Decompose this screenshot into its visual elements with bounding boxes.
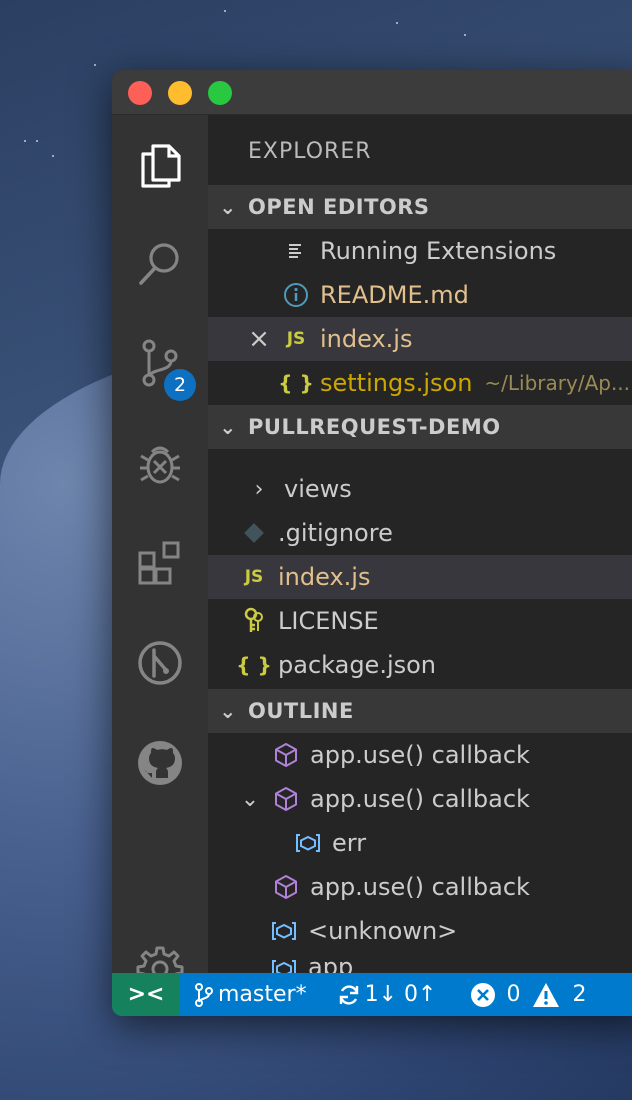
git-icon (238, 517, 270, 549)
activity-explorer[interactable] (112, 117, 208, 213)
problems-status[interactable]: 0 2 (470, 982, 586, 1008)
title-bar (112, 70, 632, 115)
method-icon (270, 739, 302, 771)
explorer-title: EXPLORER (248, 139, 372, 164)
outline-item[interactable]: app.use() callback (208, 733, 632, 777)
close-icon[interactable]: × (248, 324, 270, 354)
star (36, 140, 38, 142)
branch-status[interactable]: master* (194, 982, 307, 1007)
open-editor-label: settings.json (320, 369, 473, 397)
outline-item[interactable]: app (208, 953, 632, 973)
branch-icon (195, 982, 213, 1007)
tree-item[interactable]: › views (208, 467, 632, 511)
section-title: PULLREQUEST-DEMO (248, 415, 501, 439)
star (396, 22, 398, 24)
tree-item-label: .gitignore (278, 519, 393, 547)
star (94, 64, 96, 66)
error-count: 0 (506, 982, 521, 1007)
json-icon: { } (278, 371, 314, 395)
list-icon (280, 235, 312, 267)
remote-indicator[interactable]: >< (112, 973, 180, 1016)
vscode-window: 2 EXPLORER ⌄ OPEN EDITORS Running Extens… (112, 70, 632, 1016)
open-editor-label: README.md (320, 281, 469, 309)
variable-icon (268, 953, 300, 973)
outline-item-label: app.use() callback (310, 741, 530, 769)
sync-icon (339, 984, 358, 1005)
debug-icon (140, 446, 180, 484)
open-editor-label: index.js (320, 325, 413, 353)
section-title: OPEN EDITORS (248, 195, 430, 219)
chevron-down-icon: ⌄ (240, 786, 260, 812)
explorer-sidebar: EXPLORER ⌄ OPEN EDITORS Running Extensio… (208, 115, 632, 973)
search-icon (139, 243, 179, 285)
js-icon: JS (286, 329, 306, 349)
star (464, 34, 466, 36)
outline-header[interactable]: ⌄ OUTLINE (208, 689, 632, 733)
activity-pull-requests[interactable] (112, 615, 208, 711)
workspace-header[interactable]: ⌄ PULLREQUEST-DEMO (208, 405, 632, 449)
activity-extensions[interactable] (112, 515, 208, 611)
close-window-button[interactable] (128, 81, 152, 105)
chevron-down-icon: ⌄ (219, 699, 237, 723)
star (24, 140, 26, 142)
scm-count-badge: 2 (164, 369, 196, 401)
minimize-window-button[interactable] (168, 81, 192, 105)
outline-item-label: err (332, 829, 367, 857)
github-icon (138, 741, 182, 785)
open-editor-label: Running Extensions (320, 237, 557, 265)
warning-icon (533, 982, 560, 1007)
outline-item-label: app.use() callback (310, 873, 530, 901)
tree-item[interactable]: { } package.json (208, 643, 632, 687)
outline-item-label: app.use() callback (310, 785, 530, 813)
sync-counts: 1↓ 0↑ (364, 982, 437, 1007)
tree-item[interactable]: JS index.js (208, 555, 632, 599)
variable-icon (268, 915, 300, 947)
js-icon: JS (244, 567, 264, 587)
tree-item-label: index.js (278, 563, 371, 591)
outline-item[interactable]: <unknown> (208, 909, 632, 953)
activity-source-control[interactable]: 2 (112, 315, 208, 411)
tree-item[interactable]: .gitignore (208, 511, 632, 555)
activity-bar: 2 (112, 115, 208, 994)
open-editor-item[interactable]: { } settings.json ~/Library/Ap... (208, 361, 632, 405)
activity-github[interactable] (112, 715, 208, 811)
chevron-right-icon: › (254, 476, 264, 502)
chevron-down-icon: ⌄ (219, 195, 237, 219)
tree-item[interactable]: LICENSE (208, 599, 632, 643)
outline-item-label: <unknown> (308, 917, 458, 945)
json-icon: { } (236, 653, 272, 677)
star (52, 155, 54, 157)
tree-item-label: views (284, 475, 352, 503)
variable-icon (292, 827, 324, 859)
outline-item-label: app (308, 953, 354, 973)
warning-count: 2 (572, 982, 587, 1007)
branch-name: master* (218, 982, 307, 1007)
info-icon (280, 279, 312, 311)
status-bar: >< master* 1↓ 0↑ 0 2 (112, 973, 632, 1016)
files-icon (141, 144, 181, 188)
open-editors-header[interactable]: ⌄ OPEN EDITORS (208, 185, 632, 229)
method-icon (270, 783, 302, 815)
chevron-down-icon: ⌄ (219, 415, 237, 439)
gitlens-icon (138, 641, 182, 685)
open-editor-item[interactable]: README.md (208, 273, 632, 317)
error-icon (471, 982, 496, 1007)
zoom-window-button[interactable] (208, 81, 232, 105)
tree-item-label: LICENSE (278, 607, 379, 635)
activity-search[interactable] (112, 215, 208, 311)
outline-item[interactable]: err (208, 821, 632, 865)
extensions-icon (138, 541, 180, 585)
tree-item-label: package.json (278, 651, 437, 679)
sync-status[interactable]: 1↓ 0↑ (337, 982, 437, 1007)
activity-debug[interactable] (112, 415, 208, 511)
license-icon (238, 605, 270, 637)
outline-item[interactable]: ⌄ app.use() callback (208, 777, 632, 821)
outline-item[interactable]: app.use() callback (208, 865, 632, 909)
section-title: OUTLINE (248, 699, 354, 723)
open-editor-item[interactable]: Running Extensions (208, 229, 632, 273)
method-icon (270, 871, 302, 903)
open-editor-path: ~/Library/Ap... (484, 371, 631, 395)
open-editor-item[interactable]: × JS index.js (208, 317, 632, 361)
star (224, 10, 226, 12)
